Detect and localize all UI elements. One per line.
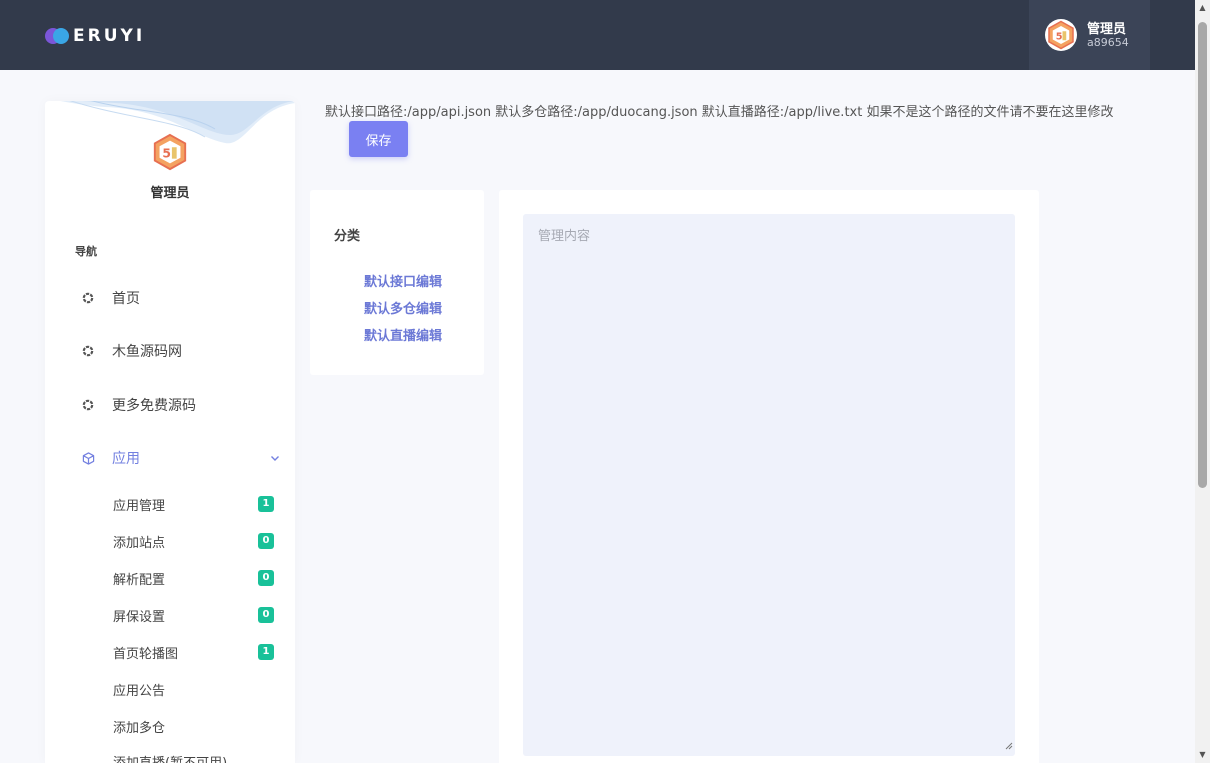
count-badge: 1 (258, 644, 274, 660)
sidebar-subitem-announcement[interactable]: 应用公告 (113, 679, 275, 699)
save-button[interactable]: 保存 (349, 121, 408, 157)
profile-avatar: 5 (150, 132, 190, 172)
count-badge: 1 (258, 496, 274, 512)
sidebar: 5 管理员 导航 首页 木鱼源码网 更多免费源码 应用 应用管理 1 添加站点 … (45, 101, 295, 763)
category-card: 分类 默认接口编辑 默认多仓编辑 默认直播编辑 (310, 190, 484, 375)
box-icon (81, 451, 95, 465)
logo-mark (45, 27, 71, 45)
user-name: 管理员 (1087, 22, 1127, 37)
sidebar-item-label: 首页 (112, 291, 140, 307)
scroll-thumb[interactable] (1198, 22, 1207, 488)
avatar: 5 (1045, 19, 1077, 51)
scroll-up-arrow-icon[interactable]: ▲ (1195, 2, 1210, 14)
sidebar-subitem-label: 应用管理 (113, 498, 166, 514)
count-badge: 0 (258, 570, 274, 586)
link-default-multirepo-edit[interactable]: 默认多仓编辑 (364, 298, 442, 317)
count-badge: 0 (258, 607, 274, 623)
sidebar-subitem-label: 添加站点 (113, 535, 166, 551)
count-badge: 0 (258, 533, 274, 549)
sidebar-subitem-label: 解析配置 (113, 572, 166, 588)
sidebar-subitem-screensaver[interactable]: 屏保设置 0 (113, 605, 275, 625)
nav-section-title: 导航 (75, 245, 97, 258)
sidebar-item-label: 更多免费源码 (112, 398, 196, 414)
loader-icon (81, 291, 95, 305)
sidebar-subitem-label: 应用公告 (113, 683, 166, 699)
sidebar-subitem-label: 添加多仓 (113, 720, 166, 736)
sidebar-subitem-add-live[interactable]: 添加直播(暂不可用) (113, 751, 275, 763)
loader-icon (81, 398, 95, 412)
sidebar-subitem-add-multirepo[interactable]: 添加多仓 (113, 716, 275, 736)
textarea-placeholder: 管理内容 (538, 229, 591, 244)
page-scrollbar[interactable]: ▲ ▼ (1195, 0, 1210, 763)
sidebar-item-more-source[interactable]: 更多免费源码 (75, 391, 275, 419)
sidebar-item-label: 应用 (112, 451, 140, 467)
svg-text:5: 5 (162, 147, 171, 161)
user-id: a89654 (1087, 36, 1129, 49)
sidebar-subitem-label: 首页轮播图 (113, 646, 179, 662)
content-textarea[interactable]: 管理内容 (523, 214, 1015, 756)
sidebar-subitem-add-site[interactable]: 添加站点 0 (113, 531, 275, 551)
sidebar-item-muyu[interactable]: 木鱼源码网 (75, 337, 275, 365)
sidebar-item-label: 木鱼源码网 (112, 344, 182, 360)
path-notice: 默认接口路径:/app/api.json 默认多仓路径:/app/duocang… (325, 105, 1114, 120)
link-default-live-edit[interactable]: 默认直播编辑 (364, 325, 442, 344)
top-header: ERUYI 5 管理员 a89654 (0, 0, 1195, 70)
content-card: 管理内容 (499, 190, 1039, 763)
sidebar-subitem-app-manage[interactable]: 应用管理 1 (113, 494, 275, 514)
sidebar-subitem-label: 添加直播(暂不可用) (113, 755, 228, 763)
scroll-down-arrow-icon[interactable]: ▼ (1195, 749, 1210, 761)
sidebar-subitem-parse-config[interactable]: 解析配置 0 (113, 568, 275, 588)
user-menu[interactable]: 5 管理员 a89654 (1029, 0, 1150, 70)
logo[interactable]: ERUYI (45, 25, 145, 47)
sidebar-item-home[interactable]: 首页 (75, 284, 275, 312)
svg-text:5: 5 (1056, 32, 1063, 43)
profile-name: 管理员 (150, 186, 190, 201)
resize-handle-icon[interactable] (1005, 739, 1013, 754)
link-default-api-edit[interactable]: 默认接口编辑 (364, 271, 442, 290)
sidebar-item-apps[interactable]: 应用 (75, 444, 279, 472)
chevron-down-icon (269, 452, 281, 468)
loader-icon (81, 344, 95, 358)
logo-text: ERUYI (73, 26, 146, 46)
sidebar-subitem-carousel[interactable]: 首页轮播图 1 (113, 642, 275, 662)
sidebar-subitem-label: 屏保设置 (113, 609, 166, 625)
category-title: 分类 (334, 229, 361, 244)
